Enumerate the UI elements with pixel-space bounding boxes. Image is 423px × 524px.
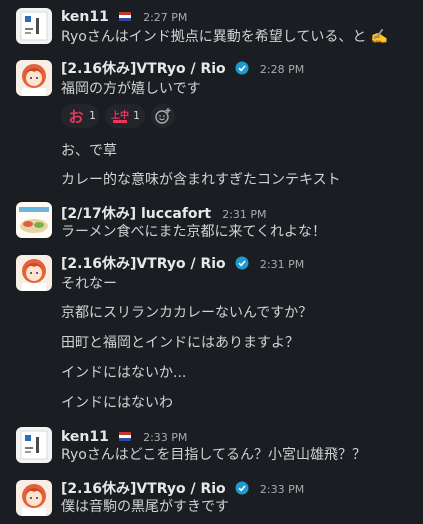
timestamp[interactable]: 2:31 PM <box>260 258 304 271</box>
avatar-vtryo[interactable] <box>16 255 52 291</box>
upper-chu-stamp-icon: 上中 <box>111 107 129 125</box>
author-name[interactable]: ken11 <box>61 429 109 445</box>
avatar-ken11[interactable] <box>16 427 52 463</box>
reaction-o[interactable]: お 1 <box>61 104 99 128</box>
message-text: 僕は音駒の黒尾がすきです <box>61 499 229 515</box>
svg-text:お: お <box>68 108 83 125</box>
message-text: ラーメン食べにまた京都に来てくれよな！ <box>61 224 327 240</box>
message-text: インドにはないか... <box>61 365 187 381</box>
message-text: お、で草 <box>61 143 117 159</box>
message-text: 京都にスリランカカレーないんですか？ <box>61 305 313 321</box>
timestamp[interactable]: 2:27 PM <box>143 11 187 24</box>
verified-icon <box>235 255 249 275</box>
timestamp[interactable]: 2:33 PM <box>143 431 187 444</box>
verified-icon <box>235 480 249 500</box>
avatar-luccafort[interactable] <box>16 202 52 238</box>
add-reaction-button[interactable] <box>151 104 175 128</box>
reaction-count: 1 <box>89 109 96 122</box>
author-name[interactable]: [2.16休み]VTRyo / Rio <box>61 61 226 77</box>
message-text: インドにはないわ <box>61 395 173 411</box>
flag-icon <box>118 8 132 28</box>
o-stamp-icon: お <box>67 107 85 126</box>
message-text: カレー的な意味が含まれすぎたコンテキスト <box>61 172 341 188</box>
author-name[interactable]: ken11 <box>61 9 109 25</box>
avatar-ken11[interactable] <box>16 8 52 44</box>
message-text: Ryoさんはどこを目指してるん？小宮山雄飛？？ <box>61 447 366 463</box>
reaction-count: 1 <box>133 109 140 122</box>
author-name[interactable]: [2.16休み]VTRyo / Rio <box>61 256 226 272</box>
timestamp[interactable]: 2:28 PM <box>260 63 304 76</box>
avatar-vtryo[interactable] <box>16 480 52 516</box>
message-text: それなー <box>61 276 117 292</box>
message-text: 福岡の方が嬉しいです <box>61 81 201 97</box>
author-name[interactable]: [2/17休み] luccafort <box>61 206 211 222</box>
message-text: Ryoさんはインド拠点に異動を希望している、と ✍️ <box>61 29 389 45</box>
author-name[interactable]: [2.16休み]VTRyo / Rio <box>61 481 226 497</box>
reaction-upper-chu[interactable]: 上中 1 <box>105 104 145 128</box>
avatar-vtryo[interactable] <box>16 60 52 96</box>
timestamp[interactable]: 2:33 PM <box>260 483 304 496</box>
verified-icon <box>235 60 249 80</box>
timestamp[interactable]: 2:31 PM <box>222 208 266 221</box>
message-text: 田町と福岡とインドにはありますよ？ <box>61 335 299 351</box>
svg-text:上中: 上中 <box>111 109 129 121</box>
add-emoji-icon <box>155 108 171 124</box>
